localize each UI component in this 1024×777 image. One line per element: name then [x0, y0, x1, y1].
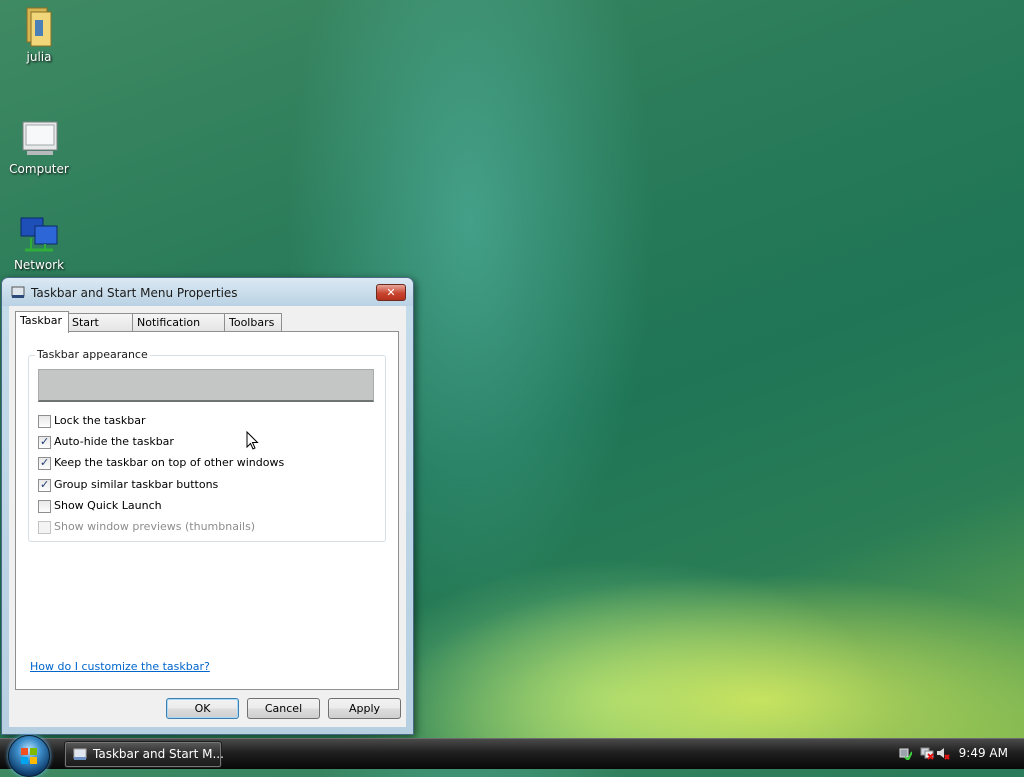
checkbox-box[interactable]	[38, 500, 51, 513]
desktop-icon-network[interactable]: Network	[6, 212, 72, 272]
tab-taskbar[interactable]: Taskbar	[15, 311, 69, 333]
help-link[interactable]: How do I customize the taskbar?	[30, 660, 210, 673]
tab-label: Taskbar	[20, 314, 62, 327]
desktop-icon-label: julia	[26, 50, 52, 64]
network-disconnected-icon[interactable]	[920, 746, 934, 760]
desktop-icon-computer[interactable]: Computer	[6, 116, 72, 176]
computer-icon	[17, 116, 61, 160]
taskbar-properties-dialog: Taskbar and Start Menu Properties ✕ Task…	[1, 277, 414, 735]
cancel-button[interactable]: Cancel	[247, 698, 320, 719]
taskbar-preview-image	[38, 369, 374, 402]
close-icon: ✕	[386, 286, 396, 299]
checkbox-label: Keep the taskbar on top of other windows	[54, 456, 285, 469]
checkbox-label: Show window previews (thumbnails)	[54, 520, 256, 533]
tab-notification-area[interactable]: Notification Area	[132, 313, 225, 346]
checkbox-box[interactable]	[38, 415, 51, 428]
desktop-icon-label: Computer	[9, 162, 69, 176]
checkbox-box[interactable]: ✓	[38, 456, 51, 470]
checkbox-label: Show Quick Launch	[54, 499, 162, 512]
tab-toolbars[interactable]: Toolbars	[224, 313, 282, 332]
checkbox-label: Lock the taskbar	[54, 414, 146, 427]
notification-area: 9:49 AM	[884, 739, 1024, 769]
windows-logo-icon	[20, 747, 38, 765]
tab-label: Toolbars	[229, 316, 275, 329]
taskbar-properties-icon	[73, 747, 87, 761]
checkbox-box[interactable]: ✓	[38, 435, 51, 449]
dialog-titlebar[interactable]: Taskbar and Start Menu Properties ✕	[2, 278, 413, 306]
tab-start-menu[interactable]: Start Menu	[67, 313, 135, 346]
start-button[interactable]	[8, 735, 50, 777]
system-clock[interactable]: 9:49 AM	[959, 746, 1008, 760]
dialog-client-area: Taskbar Start Menu Notification Area Too…	[9, 306, 406, 727]
checkmark-icon: ✓	[40, 456, 50, 469]
apply-button[interactable]: Apply	[328, 698, 401, 719]
checkbox-label: Group similar taskbar buttons	[54, 478, 219, 491]
dialog-title: Taskbar and Start Menu Properties	[31, 286, 238, 300]
taskbar-window-button[interactable]: Taskbar and Start M...	[64, 741, 224, 768]
ok-button[interactable]: OK	[166, 698, 239, 719]
safely-remove-hardware-icon[interactable]	[898, 746, 913, 762]
desktop-icon-julia[interactable]: julia	[6, 4, 72, 64]
desktop-icon-label: Network	[13, 258, 65, 272]
taskbar-appearance-group: Taskbar appearance Lock the taskbar ✓ Au…	[28, 348, 386, 542]
taskbar-properties-icon	[11, 285, 25, 299]
checkmark-icon: ✓	[40, 478, 50, 491]
user-folder-icon	[17, 4, 61, 48]
task-button-label: Taskbar and Start M...	[93, 747, 224, 761]
close-button[interactable]: ✕	[376, 284, 406, 301]
checkbox-box	[38, 521, 51, 534]
volume-muted-icon[interactable]	[936, 746, 950, 760]
taskbar-tab-panel: Taskbar appearance Lock the taskbar ✓ Au…	[15, 331, 399, 690]
taskbar: Taskbar and Start M... 9:49 AM	[0, 735, 1024, 777]
network-icon	[17, 212, 61, 256]
checkmark-icon: ✓	[40, 435, 50, 448]
mouse-cursor-icon	[246, 430, 260, 451]
checkbox-label: Auto-hide the taskbar	[54, 435, 174, 448]
checkbox-box[interactable]: ✓	[38, 478, 51, 492]
group-title: Taskbar appearance	[35, 348, 150, 361]
